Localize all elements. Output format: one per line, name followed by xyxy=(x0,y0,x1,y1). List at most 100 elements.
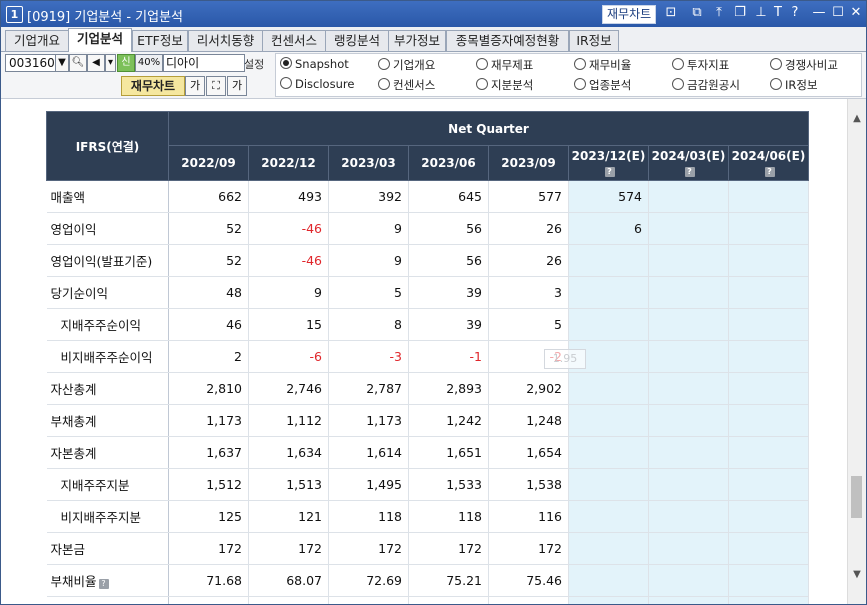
pin-icon[interactable]: ⊥ xyxy=(753,5,769,21)
table-cell: 869.61 xyxy=(168,596,249,604)
row-label: 비지배주주순이익 xyxy=(46,340,169,373)
maximize-icon[interactable]: ☐ xyxy=(830,5,846,21)
column-header-estimate: 2024/06(E)? xyxy=(728,145,809,181)
row-label: 유보율? xyxy=(46,596,169,604)
radio-label: 경쟁사비교 xyxy=(785,58,838,72)
radio-fss-disclosure[interactable]: 금감원공시 xyxy=(672,77,740,93)
tab-consensus[interactable]: 컨센서스 xyxy=(262,30,326,51)
radio-investment-index[interactable]: 투자지표 xyxy=(672,57,729,73)
table-cell: 71.68 xyxy=(168,564,249,597)
radio-peer-comparison[interactable]: 경쟁사비교 xyxy=(770,57,838,73)
settings-label[interactable]: 설정 xyxy=(244,56,264,72)
table-cell xyxy=(648,244,729,277)
tab-etf-info[interactable]: ETF정보 xyxy=(132,30,188,51)
table-cell: 52 xyxy=(168,244,249,277)
vertical-scrollbar[interactable]: ▲ ▼ xyxy=(847,99,866,604)
table-cell: 172 xyxy=(488,532,569,565)
radio-dot xyxy=(280,57,292,69)
link-window-icon[interactable]: ⧉ xyxy=(689,5,705,21)
help-icon[interactable]: ? xyxy=(764,167,775,177)
radio-disclosure[interactable]: Disclosure xyxy=(280,77,354,91)
stock-code-input[interactable]: 003160 xyxy=(5,54,60,72)
stock-name-field[interactable]: 디아이 xyxy=(163,54,245,72)
radio-industry[interactable]: 업종분석 xyxy=(574,77,631,93)
table-cell xyxy=(568,244,649,277)
radio-ownership[interactable]: 지분분석 xyxy=(476,77,533,93)
font-button[interactable]: 가 xyxy=(185,76,205,96)
table-cell xyxy=(728,340,809,373)
expand-icon[interactable]: ⛶ xyxy=(206,76,226,96)
table-cell xyxy=(728,372,809,405)
table-cell: 1,242 xyxy=(408,404,489,437)
search-icon[interactable]: 🔍︎ xyxy=(69,54,87,72)
table-cell: 1,634 xyxy=(248,436,329,469)
table-row: 부채비율? 71.68 68.07 72.69 75.21 75.46 xyxy=(46,564,809,597)
table-row: 자산총계 2,810 2,746 2,787 2,893 2,902 xyxy=(46,372,809,405)
table-cell xyxy=(648,500,729,533)
tab-ir-info[interactable]: IR정보 xyxy=(569,30,619,51)
window: 1 [0919] 기업분석 - 기업분석 재무차트 ⊡ ⧉ ⤒ ❐ ⊥ T ? … xyxy=(0,0,867,605)
column-header: 2023/03 xyxy=(328,145,409,181)
radio-financial-ratios[interactable]: 재무비율 xyxy=(574,57,631,73)
row-label-text: 지배주주순이익 xyxy=(60,318,142,333)
radio-dot xyxy=(574,78,586,90)
table-cell: 1,533 xyxy=(408,468,489,501)
tab-research[interactable]: 리서치동향 xyxy=(188,30,263,51)
radio-dot xyxy=(280,77,292,89)
radio-dot xyxy=(770,58,782,70)
window-title: [0919] 기업분석 - 기업분석 xyxy=(27,10,183,25)
upload-icon[interactable]: ⤒ xyxy=(711,5,727,21)
help-icon[interactable]: ? xyxy=(98,579,109,589)
table-cell xyxy=(568,564,649,597)
font-size-icon[interactable]: T xyxy=(770,5,786,21)
table-cell: 806.74 xyxy=(328,596,409,604)
scroll-up-icon[interactable]: ▲ xyxy=(848,113,866,125)
zoom-level[interactable]: 40% xyxy=(135,54,163,72)
radio-ir-info[interactable]: IR정보 xyxy=(770,77,818,93)
help-icon[interactable]: ? xyxy=(684,167,695,177)
tab-ranking[interactable]: 랭킹분석 xyxy=(325,30,389,51)
radio-company-overview[interactable]: 기업개요 xyxy=(378,57,435,73)
table-cell: 15 xyxy=(248,308,329,341)
radio-snapshot[interactable]: Snapshot xyxy=(280,57,349,71)
help-icon[interactable]: ? xyxy=(787,5,803,21)
toolbar: 003160 ▼ 🔍︎ ◀ ▾ 신 40% 디아이 설정 재무차트 가 ⛶ 가 … xyxy=(1,52,866,99)
table-cell: -46 xyxy=(248,244,329,277)
speaker-dropdown-icon[interactable]: ▾ xyxy=(105,54,116,72)
copy-window-icon[interactable]: ❐ xyxy=(732,5,748,21)
table-cell: 1,112 xyxy=(248,404,329,437)
close-icon[interactable]: ✕ xyxy=(848,5,864,21)
scroll-thumb[interactable] xyxy=(851,476,862,518)
table-cell: 9 xyxy=(328,212,409,245)
row-label: 자본총계 xyxy=(46,436,169,469)
row-label: 지배주주순이익 xyxy=(46,308,169,341)
new-badge: 신 xyxy=(117,54,135,72)
table-cell: 2,893 xyxy=(408,372,489,405)
fin-chart-title-button[interactable]: 재무차트 xyxy=(602,5,657,24)
radio-financial-statements[interactable]: 재무제표 xyxy=(476,57,533,73)
font-up-button[interactable]: 가 xyxy=(227,76,247,96)
table-cell xyxy=(568,468,649,501)
table-cell xyxy=(728,468,809,501)
tab-company-analysis[interactable]: 기업분석 xyxy=(68,28,132,52)
radio-consensus[interactable]: 컨센서스 xyxy=(378,77,435,93)
tab-capital-increase[interactable]: 종목별증자예정현황 xyxy=(446,30,569,51)
speaker-icon[interactable]: ◀ xyxy=(87,54,105,72)
table-cell: 125 xyxy=(168,500,249,533)
code-dropdown-icon[interactable]: ▼ xyxy=(55,54,69,72)
fin-chart-button[interactable]: 재무차트 xyxy=(121,76,185,96)
table-cell xyxy=(728,500,809,533)
table-cell: 3 xyxy=(488,276,569,309)
chart-icon[interactable]: ⊡ xyxy=(663,5,679,21)
scroll-down-icon[interactable]: ▼ xyxy=(848,569,866,581)
financial-table: IFRS(연결) Net Quarter 2022/09 2022/12 202… xyxy=(46,111,809,604)
table-cell: 577 xyxy=(488,180,569,213)
table-cell xyxy=(648,596,729,604)
minimize-icon[interactable]: — xyxy=(811,5,827,21)
help-icon[interactable]: ? xyxy=(604,167,615,177)
table-cell: 2,810 xyxy=(168,372,249,405)
table-cell xyxy=(648,532,729,565)
tab-company-overview[interactable]: 기업개요 xyxy=(5,30,69,51)
tab-additional-info[interactable]: 부가정보 xyxy=(388,30,446,51)
tab-bar: 기업개요 기업분석 ETF정보 리서치동향 컨센서스 랭킹분석 부가정보 종목별… xyxy=(1,27,866,52)
